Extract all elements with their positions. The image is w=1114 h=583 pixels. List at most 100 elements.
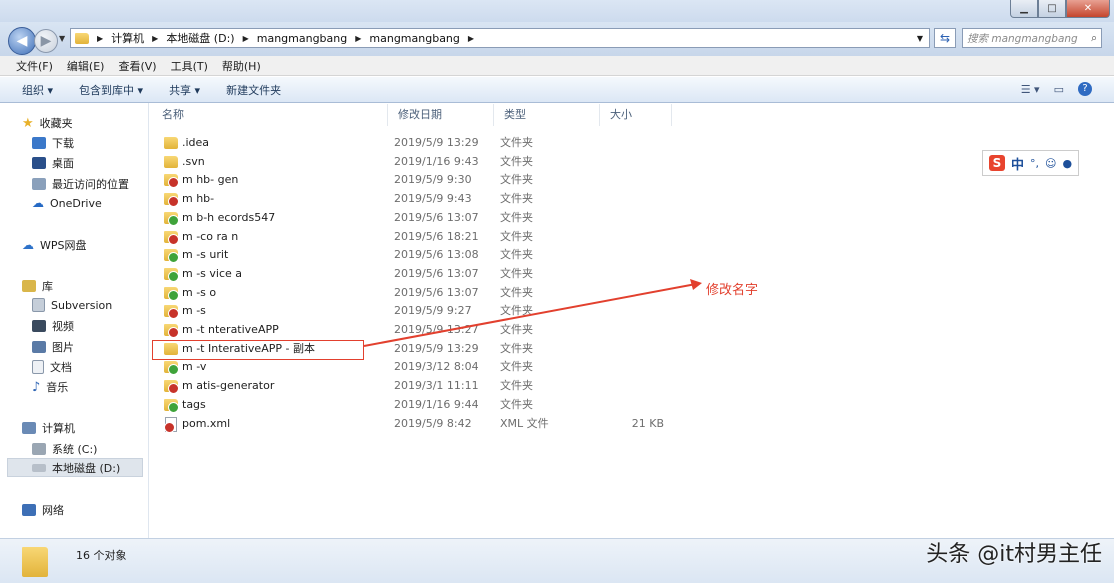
- new-folder-button[interactable]: 新建文件夹: [226, 82, 281, 98]
- downloads-icon: [32, 137, 46, 149]
- file-type: 文件夹: [500, 248, 533, 262]
- svn-normal-badge-icon: [168, 214, 179, 226]
- nav-wps[interactable]: ☁ WPS网盘: [22, 237, 87, 253]
- nav-computer[interactable]: 计算机: [22, 420, 75, 436]
- nav-label: 网络: [42, 504, 64, 517]
- nav-drive-d[interactable]: 本地磁盘 (D:): [7, 458, 143, 477]
- video-icon: [32, 320, 46, 332]
- column-type[interactable]: 类型: [494, 104, 600, 126]
- file-name: m hb- gen: [182, 173, 239, 187]
- svn-modified-badge-icon: [168, 327, 179, 338]
- nav-drive-c[interactable]: 系统 (C:): [32, 441, 97, 457]
- nav-label: 下载: [52, 137, 74, 150]
- file-date: 2019/5/9 8:42: [394, 416, 472, 430]
- nav-label: WPS网盘: [40, 239, 87, 252]
- file-name: m -s: [182, 304, 206, 318]
- maximize-button[interactable]: □: [1038, 0, 1066, 18]
- arrow-line: [363, 283, 697, 347]
- preview-pane-icon[interactable]: ▭: [1054, 83, 1064, 96]
- svn-normal-badge-icon: [168, 252, 179, 264]
- file-row[interactable]: m atis-generator 2019/3/1 11:11 文件夹: [152, 377, 692, 395]
- column-size[interactable]: 大小: [600, 104, 672, 126]
- breadcrumb-item[interactable]: mangmangbang: [369, 32, 460, 45]
- svn-modified-badge-icon: [168, 196, 179, 208]
- minimize-button[interactable]: ▁: [1010, 0, 1038, 18]
- file-row[interactable]: m -co ra n 2019/5/6 18:21 文件夹: [152, 228, 692, 246]
- menu-edit[interactable]: 编辑(E): [67, 58, 105, 74]
- document-icon: [32, 360, 44, 374]
- folder-icon: [22, 547, 48, 577]
- file-name: tags: [182, 397, 206, 411]
- forward-button[interactable]: ▶: [34, 29, 58, 53]
- file-row[interactable]: m b-h ecords547 2019/5/6 13:07 文件夹: [152, 209, 692, 227]
- nav-documents[interactable]: 文档: [32, 359, 72, 375]
- drive-icon: [32, 463, 46, 472]
- chevron-right-icon[interactable]: ▶: [355, 34, 361, 43]
- nav-network[interactable]: 网络: [22, 502, 64, 518]
- breadcrumb-item[interactable]: 本地磁盘 (D:): [166, 30, 234, 46]
- close-button[interactable]: ✕: [1066, 0, 1110, 18]
- chevron-right-icon[interactable]: ▶: [97, 34, 103, 43]
- nav-onedrive[interactable]: ☁ OneDrive: [32, 196, 102, 210]
- nav-videos[interactable]: 视频: [32, 318, 74, 334]
- nav-libraries[interactable]: 库: [22, 278, 53, 294]
- menu-file[interactable]: 文件(F): [16, 58, 53, 74]
- watermark: 头条 @it村男主任: [926, 542, 1102, 567]
- column-name[interactable]: 名称: [152, 104, 388, 126]
- nav-recent[interactable]: 最近访问的位置: [32, 176, 129, 192]
- file-row[interactable]: .svn 2019/1/16 9:43 文件夹: [152, 153, 692, 171]
- sogou-logo-icon[interactable]: S: [989, 155, 1005, 171]
- file-row[interactable]: m hb- gen 2019/5/9 9:30 文件夹: [152, 171, 692, 189]
- file-row[interactable]: pom.xml 2019/5/9 8:42 XML 文件 21 KB: [152, 415, 692, 433]
- nav-subversion[interactable]: Subversion: [32, 298, 112, 312]
- address-bar[interactable]: ▶ 计算机 ▶ 本地磁盘 (D:) ▶ mangmangbang ▶ mangm…: [70, 28, 930, 48]
- file-date: 2019/5/9 9:30: [394, 173, 472, 187]
- folder-icon: [164, 267, 179, 282]
- folder-icon: [164, 193, 179, 208]
- nav-music[interactable]: ♪ 音乐: [32, 379, 68, 395]
- svn-modified-badge-icon: [168, 308, 179, 320]
- include-in-library-button[interactable]: 包含到库中 ▾: [79, 82, 143, 98]
- view-options-icon[interactable]: ☰ ▾: [1021, 83, 1040, 96]
- column-date[interactable]: 修改日期: [388, 104, 494, 126]
- search-input[interactable]: 搜索 mangmangbang ⌕: [962, 28, 1102, 48]
- nav-label: 系统 (C:): [52, 443, 98, 456]
- file-row[interactable]: m -s urit 2019/5/6 13:08 文件夹: [152, 246, 692, 264]
- help-icon[interactable]: ?: [1078, 82, 1092, 96]
- ime-mode[interactable]: 中: [1011, 154, 1024, 173]
- address-dropdown-icon[interactable]: ▼: [917, 34, 923, 43]
- microphone-icon[interactable]: ●: [1062, 157, 1072, 170]
- nav-desktop[interactable]: 桌面: [32, 155, 74, 171]
- folder-icon: [164, 361, 179, 376]
- menu-help[interactable]: 帮助(H): [222, 58, 261, 74]
- nav-pictures[interactable]: 图片: [32, 339, 74, 355]
- highlight-box: [152, 340, 364, 360]
- chevron-right-icon[interactable]: ▶: [468, 34, 474, 43]
- star-icon: ★: [22, 115, 34, 131]
- back-button[interactable]: ◀: [8, 27, 36, 55]
- file-row[interactable]: .idea 2019/5/9 13:29 文件夹: [152, 134, 692, 152]
- file-name: m -s vice a: [182, 266, 243, 280]
- folder-icon: [164, 137, 178, 149]
- file-type: 文件夹: [500, 379, 533, 393]
- refresh-button[interactable]: ⇆: [934, 28, 956, 48]
- breadcrumb-item[interactable]: mangmangbang: [257, 32, 348, 45]
- emoji-icon[interactable]: ☺: [1045, 157, 1056, 170]
- nav-downloads[interactable]: 下载: [32, 135, 74, 151]
- recent-pages-chevron-icon[interactable]: ▼: [59, 34, 65, 43]
- refresh-icon: ⇆: [939, 31, 951, 45]
- organize-button[interactable]: 组织 ▾: [22, 82, 53, 98]
- menu-tools[interactable]: 工具(T): [171, 58, 208, 74]
- chevron-right-icon[interactable]: ▶: [152, 34, 158, 43]
- punctuation-icon[interactable]: °,: [1030, 157, 1039, 170]
- file-row[interactable]: tags 2019/1/16 9:44 文件夹: [152, 396, 692, 414]
- menu-view[interactable]: 查看(V): [118, 58, 156, 74]
- search-icon[interactable]: ⌕: [1091, 32, 1097, 45]
- nav-favorites[interactable]: ★ 收藏夹: [22, 115, 73, 131]
- file-row[interactable]: m -v 2019/3/12 8:04 文件夹: [152, 358, 692, 376]
- breadcrumb-item[interactable]: 计算机: [111, 30, 144, 46]
- share-button[interactable]: 共享 ▾: [169, 82, 200, 98]
- file-row[interactable]: m hb- 2019/5/9 9:43 文件夹: [152, 190, 692, 208]
- chevron-right-icon[interactable]: ▶: [243, 34, 249, 43]
- svn-modified-badge-icon: [164, 421, 175, 433]
